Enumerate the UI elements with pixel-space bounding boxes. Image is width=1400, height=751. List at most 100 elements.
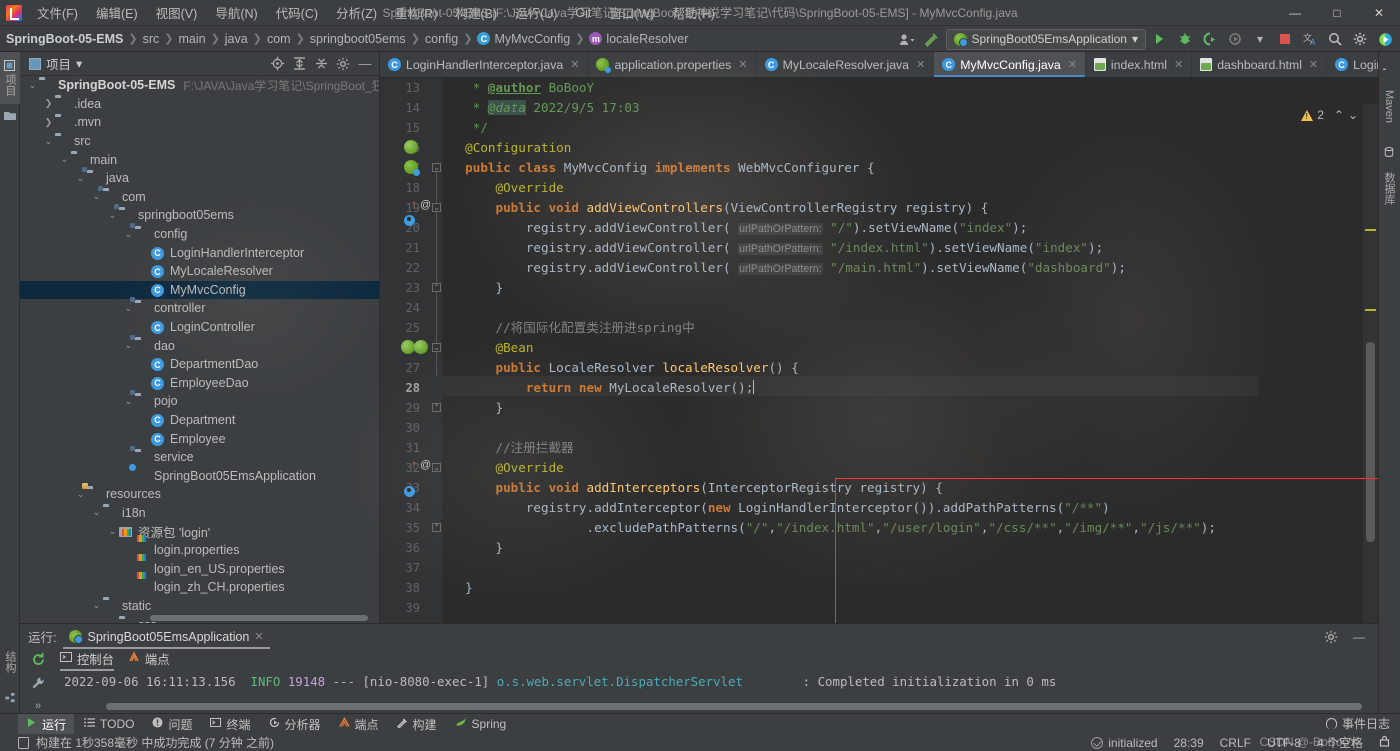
tree-node-java[interactable]: ⌄ java xyxy=(20,169,379,188)
fold-marker-expand[interactable]: ⌃ xyxy=(432,523,441,532)
bottom-tab-profiler[interactable]: 分析器 xyxy=(261,714,329,735)
editor-scrollbar-thumb[interactable] xyxy=(1366,342,1375,542)
git-branch-widget[interactable]: initialized xyxy=(1091,736,1158,750)
editor-marker-bar[interactable] xyxy=(1362,104,1378,623)
tree-node-departmentdao[interactable]: C DepartmentDao xyxy=(20,355,379,374)
code-editor[interactable]: 1314151617181920212223242526272829303132… xyxy=(380,78,1378,623)
tree-expand-arrow[interactable]: ⌄ xyxy=(106,526,119,537)
tree-expand-arrow[interactable]: ❯ xyxy=(42,98,55,109)
fold-marker-collapse[interactable]: ⌄ xyxy=(432,463,441,472)
code-line[interactable]: //注册拦截器 xyxy=(450,438,1378,458)
fold-marker-collapse[interactable]: ⌄ xyxy=(432,203,441,212)
menu-item-help[interactable]: 帮助(H) xyxy=(664,0,724,25)
stop-icon[interactable] xyxy=(1274,28,1296,50)
breadcrumb-method[interactable]: m localeResolver xyxy=(589,32,688,46)
bookmarks-folder-icon[interactable] xyxy=(0,106,20,126)
project-tree[interactable]: ⌄ SpringBoot-05-EMS F:\JAVA\Java学习笔记\Sprin… xyxy=(20,76,379,623)
tree-node-login-en-us-properties[interactable]: login_en_US.properties xyxy=(20,559,379,578)
fold-marker-collapse[interactable]: ⌄ xyxy=(432,343,441,352)
editor-tab-index-html[interactable]: index.html ✕ xyxy=(1085,52,1193,77)
close-icon[interactable]: ✕ xyxy=(1309,58,1318,71)
console-horizontal-scrollbar[interactable] xyxy=(106,703,1362,710)
tree-node-login-properties[interactable]: login.properties xyxy=(20,541,379,560)
code-line[interactable]: registry.addViewController( urlPathOrPat… xyxy=(450,258,1378,278)
bottom-tab-build[interactable]: 构建 xyxy=(389,714,445,735)
spring-bean-navigate-icon[interactable] xyxy=(414,340,428,354)
code-line[interactable]: registry.addViewController( urlPathOrPat… xyxy=(450,238,1378,258)
tree-horizontal-scrollbar[interactable] xyxy=(150,615,368,621)
maximize-button[interactable]: □ xyxy=(1316,0,1358,26)
code-line[interactable]: registry.addViewController( urlPathOrPat… xyxy=(450,218,1378,238)
caret-position[interactable]: 28:39 xyxy=(1174,736,1204,750)
menu-item-refactor[interactable]: 重构(R) xyxy=(386,0,446,25)
tree-expand-arrow[interactable]: ⌄ xyxy=(74,489,87,500)
maven-icon[interactable]: m xyxy=(1378,52,1400,76)
indent-setting[interactable]: 4 个空格 xyxy=(1317,734,1363,751)
event-log-button[interactable]: 事件日志 xyxy=(1325,715,1390,732)
line-separator[interactable]: CRLF xyxy=(1220,736,1251,750)
editor-tab-mymvcconfig[interactable]: C MyMvcConfig.java ✕ xyxy=(934,52,1086,77)
console-tab-console[interactable]: 控制台 xyxy=(60,650,114,671)
hide-window-icon[interactable]: — xyxy=(1348,626,1370,648)
minimize-button[interactable]: — xyxy=(1274,0,1316,26)
tree-node-config[interactable]: ⌄ config xyxy=(20,225,379,244)
tree-node-main[interactable]: ⌄ main xyxy=(20,150,379,169)
tree-node-i18n[interactable]: ⌄ i18n xyxy=(20,504,379,523)
code-line[interactable]: * @data 2022/9/5 17:03 xyxy=(450,98,1378,118)
breadcrumb-class[interactable]: C MyMvcConfig xyxy=(477,32,570,46)
code-line[interactable]: * @author BoBooY xyxy=(450,78,1378,98)
profile-icon[interactable] xyxy=(1224,28,1246,50)
breadcrumb-config[interactable]: config xyxy=(425,32,458,46)
next-issue-icon[interactable]: ⌄ xyxy=(1348,108,1358,122)
run-configuration-selector[interactable]: SpringBoot05EmsApplication ▾ xyxy=(945,28,1146,50)
menu-item-file[interactable]: 文件(F) xyxy=(28,0,87,25)
run-configuration-tab[interactable]: SpringBoot05EmsApplication ✕ xyxy=(63,628,270,649)
code-line[interactable]: @Configuration xyxy=(450,138,1378,158)
collapse-all-icon[interactable] xyxy=(311,54,331,74)
expand-icon[interactable]: » xyxy=(29,700,47,712)
code-line[interactable]: //将国际化配置类注册进spring中 xyxy=(450,318,1378,338)
code-line[interactable]: public class MyMvcConfig implements WebM… xyxy=(450,158,1378,178)
warning-marker[interactable] xyxy=(1365,309,1376,311)
search-icon[interactable] xyxy=(1324,28,1346,50)
settings-icon[interactable] xyxy=(1320,626,1342,648)
code-line[interactable]: return new MyLocaleResolver(); xyxy=(450,378,1378,398)
tool-tab-database[interactable]: 数据库 xyxy=(1378,162,1400,214)
tree-expand-arrow[interactable]: ⌄ xyxy=(90,507,103,518)
overriding-method-gutter-icon[interactable] xyxy=(404,486,415,497)
spring-bean-gutter-icon[interactable] xyxy=(401,340,415,354)
code-line[interactable] xyxy=(450,598,1378,618)
code-line[interactable]: .excludePathPatterns("/","/index.html","… xyxy=(450,518,1378,538)
tree-expand-arrow[interactable]: ⌄ xyxy=(42,136,55,147)
tree-node-logincontroller[interactable]: C LoginController xyxy=(20,318,379,337)
menu-item-code[interactable]: 代码(C) xyxy=(267,0,327,25)
tree-node-mylocaleresolver[interactable]: C MyLocaleResolver xyxy=(20,262,379,281)
settings-icon[interactable] xyxy=(333,54,353,74)
tool-tab-maven[interactable]: Maven xyxy=(1378,78,1400,136)
bottom-tab-run[interactable]: 运行 xyxy=(18,713,75,735)
menu-item-run[interactable]: 运行(U) xyxy=(506,0,566,25)
tree-node-static[interactable]: ⌄ static xyxy=(20,597,379,616)
code-line[interactable]: registry.addInterceptor(new LoginHandler… xyxy=(450,498,1378,518)
spring-component-gutter-icon[interactable] xyxy=(404,160,420,176)
close-icon[interactable]: ✕ xyxy=(254,630,263,643)
tree-node-mvn[interactable]: ❯ .mvn xyxy=(20,113,379,132)
editor-tab-loginhandlerinterceptor[interactable]: C LoginHandlerInterceptor.java ✕ xyxy=(380,52,589,77)
code-line[interactable]: } xyxy=(450,398,1378,418)
translate-icon[interactable]: 文A xyxy=(1299,28,1321,50)
tree-node-src[interactable]: ⌄ src xyxy=(20,132,379,151)
fold-marker-collapse[interactable]: ⌄ xyxy=(432,163,441,172)
window-controls[interactable]: — □ ✕ xyxy=(1274,0,1400,26)
chevron-down-icon[interactable]: ▾ xyxy=(1249,28,1271,50)
code-line[interactable]: } xyxy=(450,538,1378,558)
tree-node-employeedao[interactable]: C EmployeeDao xyxy=(20,374,379,393)
tree-expand-arrow[interactable]: ⌄ xyxy=(90,600,103,611)
tree-node-springboot05ems[interactable]: ⌄ springboot05ems xyxy=(20,206,379,225)
tree-node-mymvcconfig[interactable]: C MyMvcConfig xyxy=(20,280,379,300)
tree-node-resources[interactable]: ⌄ resources xyxy=(20,485,379,504)
code-text[interactable]: * @author BoBooY * @data 2022/9/5 17:03 … xyxy=(442,78,1378,623)
code-line[interactable] xyxy=(450,558,1378,578)
code-line[interactable] xyxy=(450,418,1378,438)
tree-node-service[interactable]: service xyxy=(20,448,379,467)
code-line[interactable]: @Override xyxy=(450,458,1378,478)
